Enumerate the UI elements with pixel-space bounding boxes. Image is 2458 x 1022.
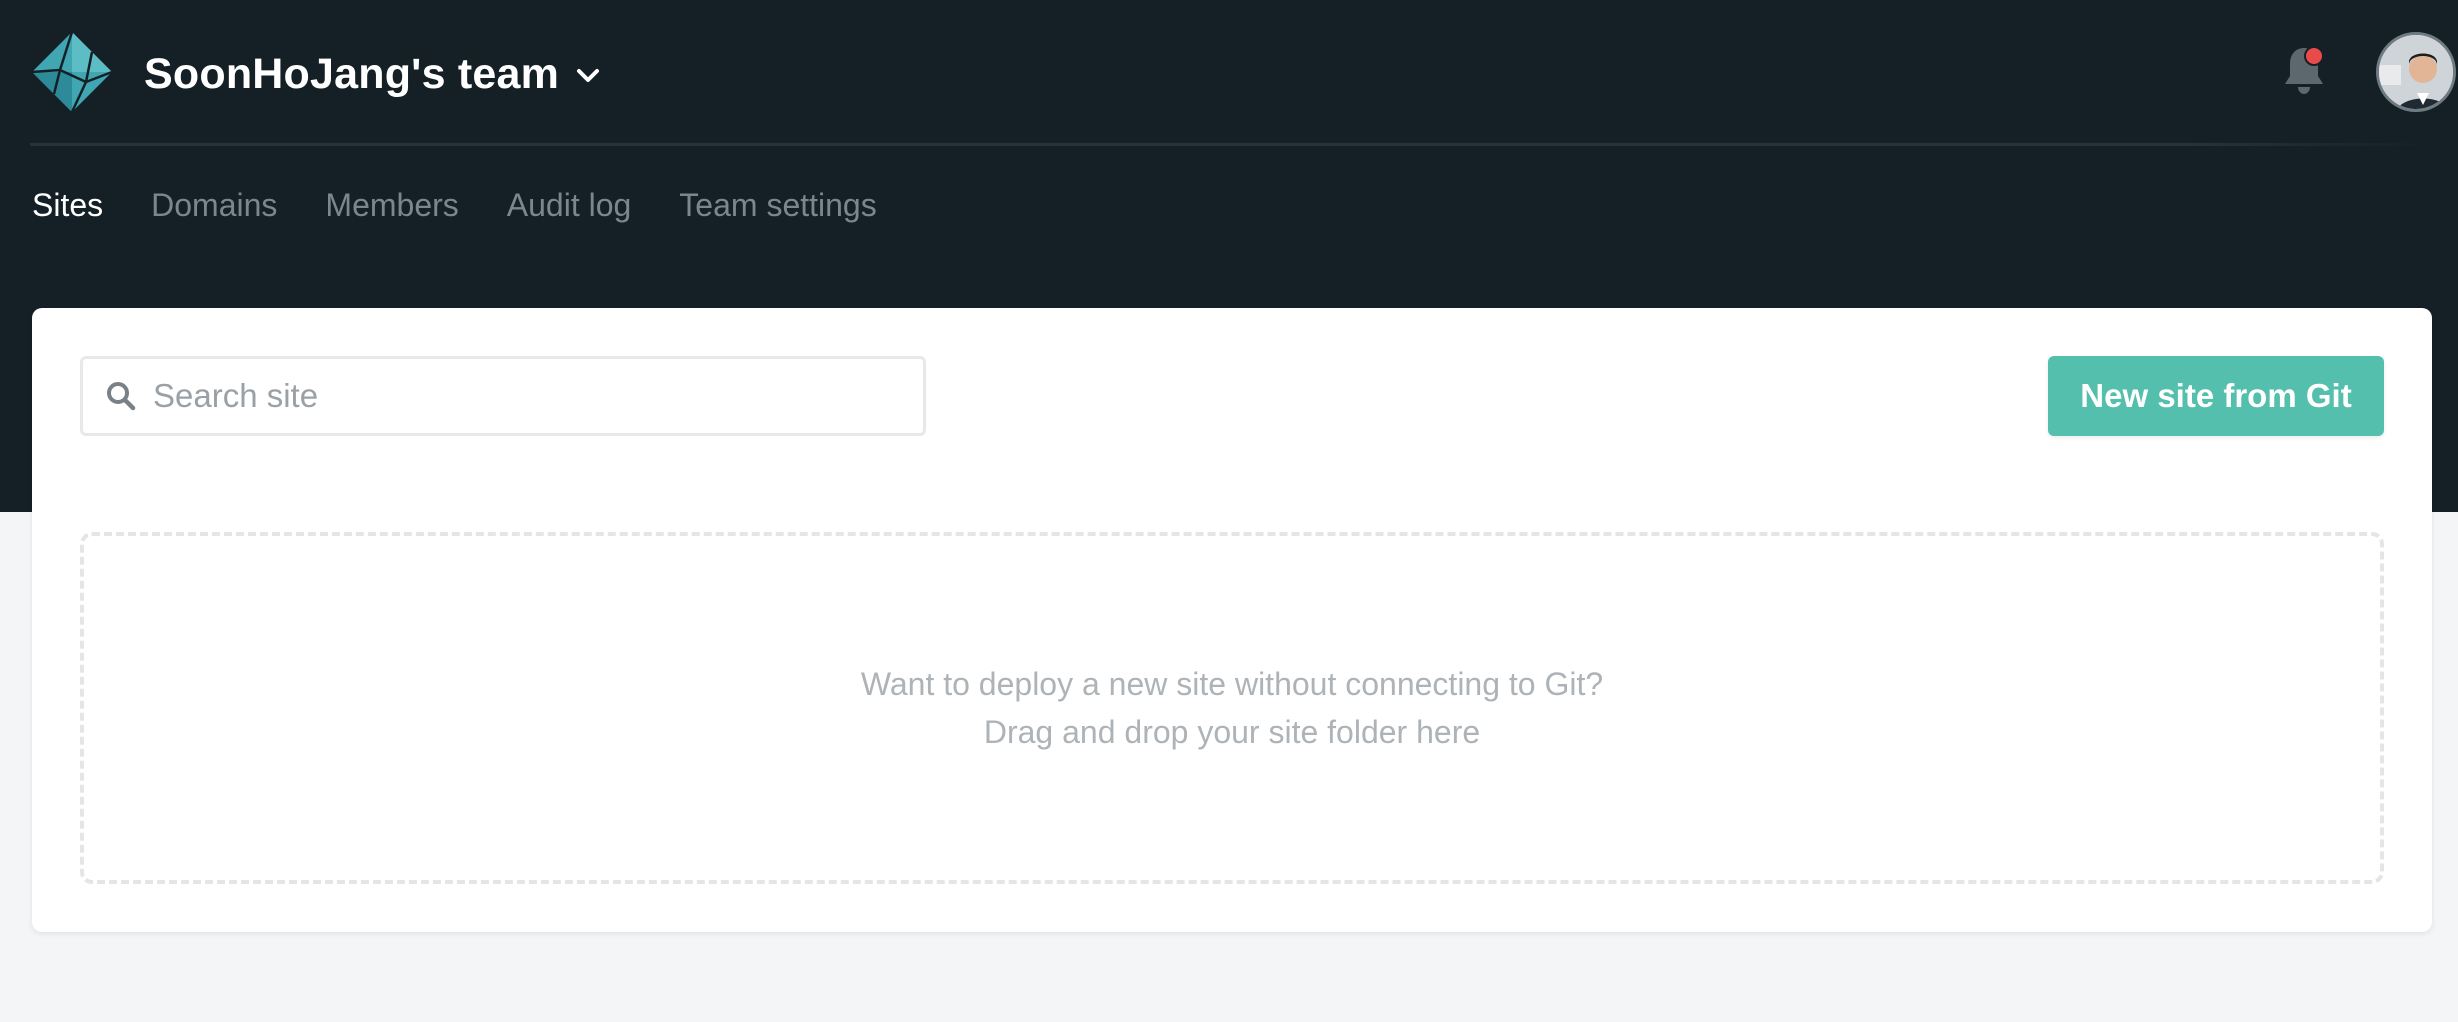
notification-badge: [2304, 46, 2324, 66]
header-divider: [30, 143, 2430, 146]
avatar-photo-icon: [2379, 35, 2453, 109]
new-site-from-git-button[interactable]: New site from Git: [2048, 356, 2384, 436]
chevron-down-icon: [577, 69, 600, 82]
netlify-logo-icon[interactable]: [30, 30, 114, 114]
dropzone-instruction: Drag and drop your site folder here: [983, 714, 1481, 750]
user-avatar[interactable]: [2376, 32, 2456, 112]
tab-team-settings[interactable]: Team settings: [679, 187, 876, 224]
team-nav: Sites Domains Members Audit log Team set…: [32, 180, 925, 230]
sites-card: New site from Git Want to deploy a new s…: [32, 308, 2432, 932]
tab-domains[interactable]: Domains: [151, 187, 277, 224]
tab-sites[interactable]: Sites: [32, 187, 103, 224]
search-icon: [107, 382, 136, 411]
deploy-dropzone[interactable]: Want to deploy a new site without connec…: [80, 532, 2384, 884]
tab-audit-log[interactable]: Audit log: [507, 187, 632, 224]
tab-members[interactable]: Members: [325, 187, 458, 224]
dropzone-prompt: Want to deploy a new site without connec…: [860, 666, 1604, 702]
search-box[interactable]: [80, 356, 926, 436]
team-switcher[interactable]: SoonHoJang's team: [144, 44, 601, 104]
search-input[interactable]: [153, 377, 893, 415]
team-name: SoonHoJang's team: [144, 49, 560, 98]
top-bar: SoonHoJang's team: [0, 0, 2458, 146]
